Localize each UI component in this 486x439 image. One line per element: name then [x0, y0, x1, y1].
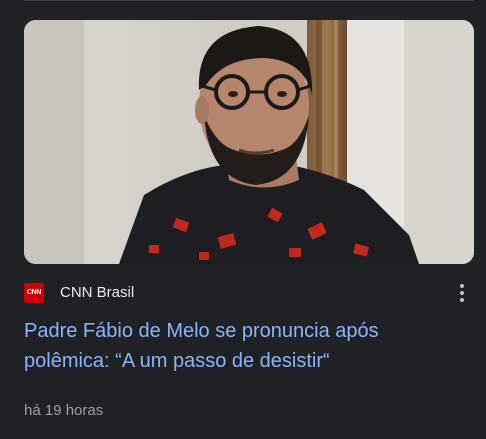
more-vert-icon [460, 284, 464, 288]
more-vert-icon-dot [460, 298, 464, 302]
source-name[interactable]: CNN Brasil [60, 284, 134, 302]
news-card[interactable]: CNN CNN Brasil Padre Fábio de Melo se pr… [0, 0, 486, 439]
headline-link[interactable]: Padre Fábio de Melo se pronuncia após po… [24, 316, 464, 376]
more-vert-icon-dot [460, 291, 464, 295]
more-options-button[interactable] [454, 281, 470, 305]
source-row: CNN CNN Brasil [24, 283, 474, 303]
thumbnail-photo [24, 20, 474, 264]
timestamp: há 19 horas [24, 402, 104, 419]
cnn-logo-icon: CNN [24, 283, 44, 303]
news-thumbnail[interactable] [24, 20, 474, 264]
